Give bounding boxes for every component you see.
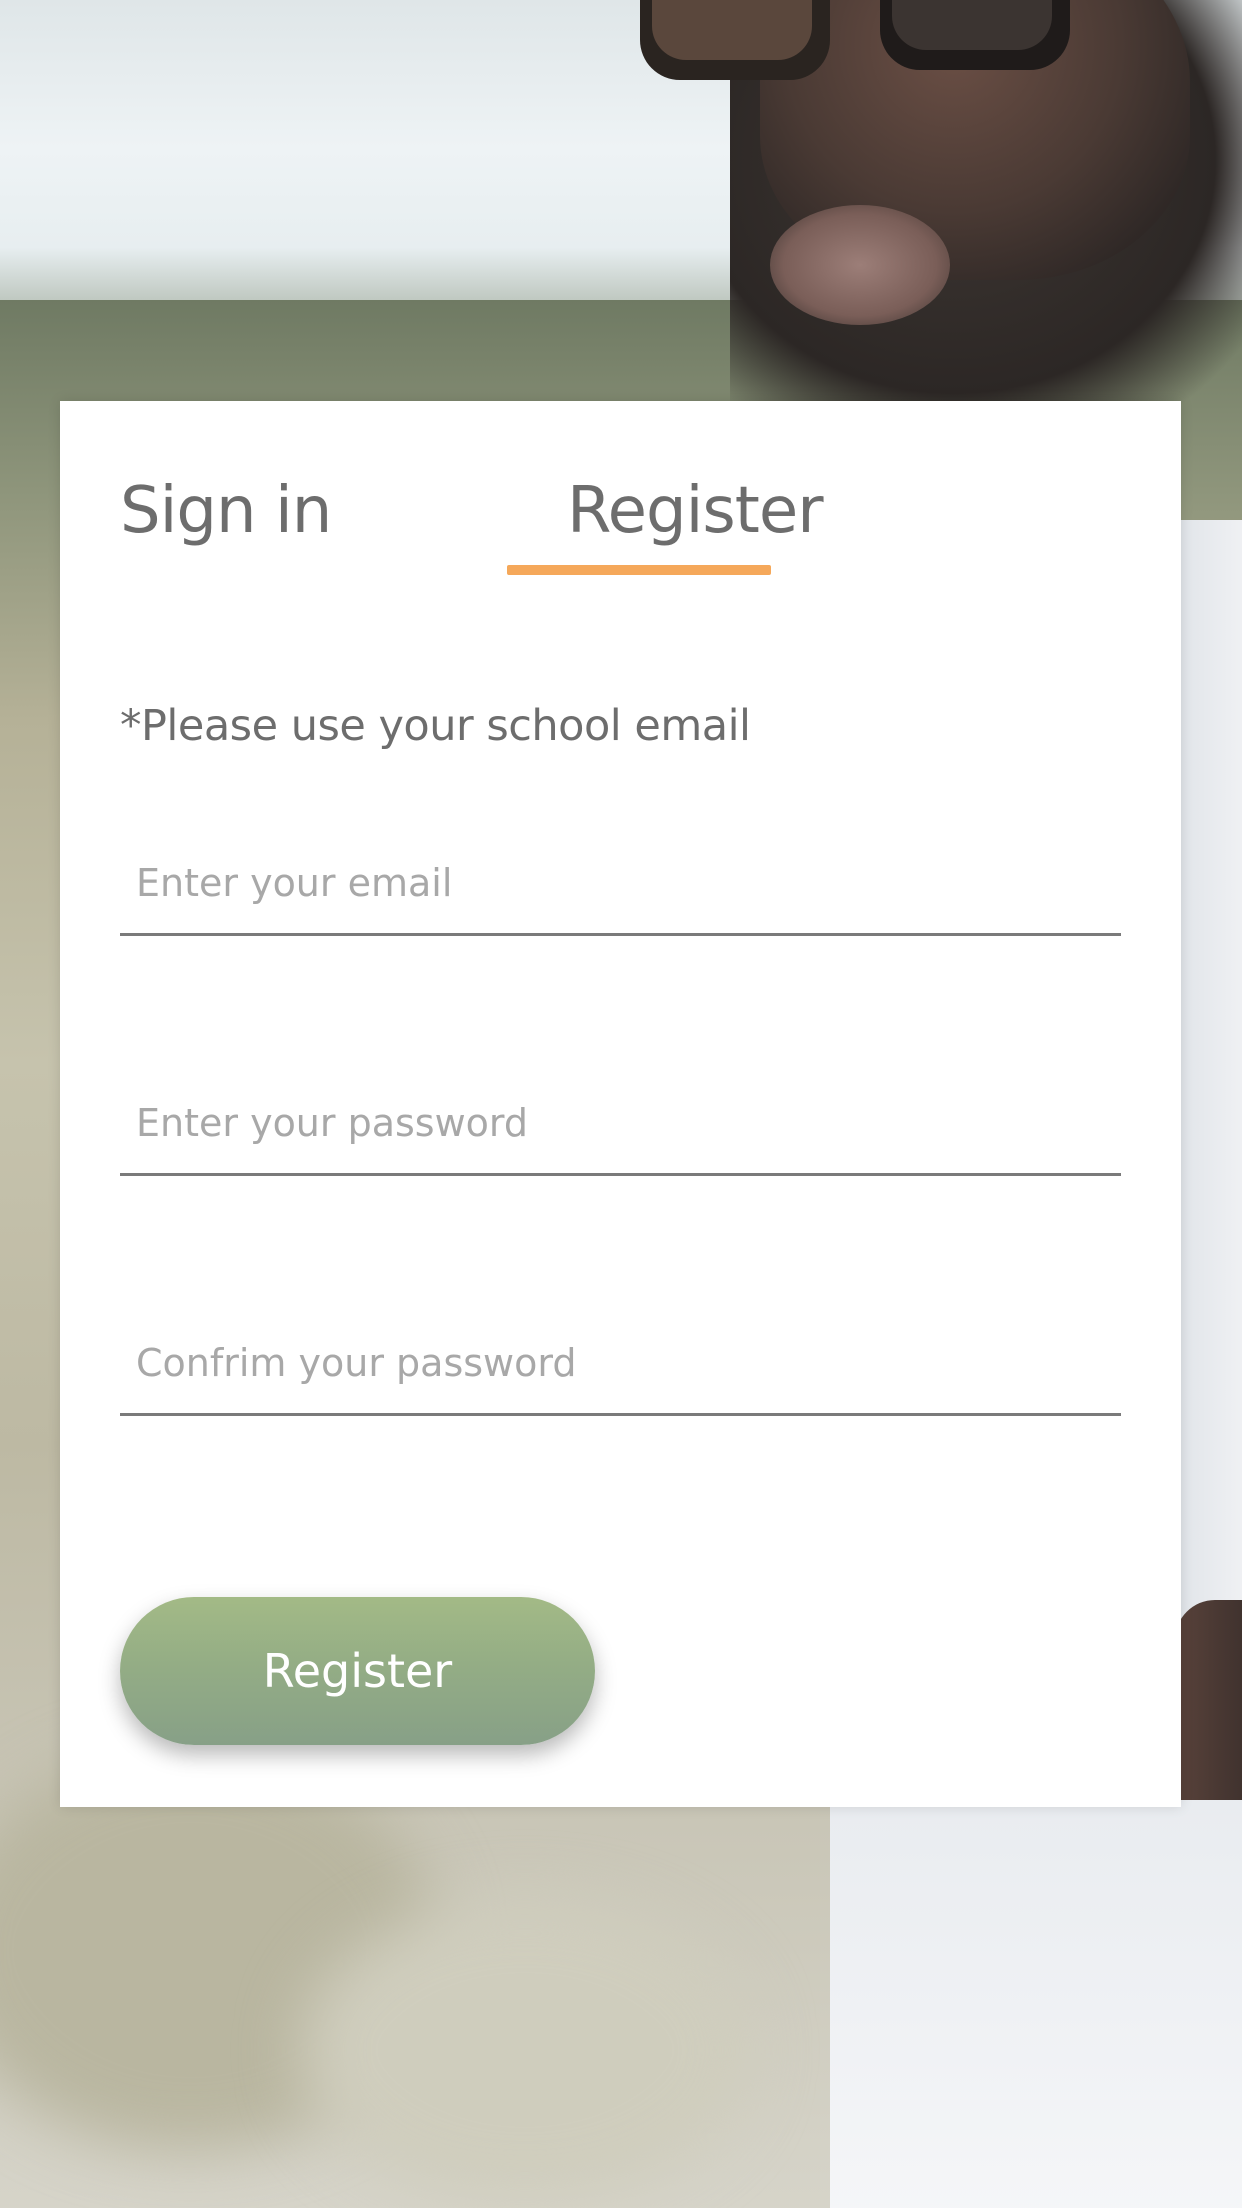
tab-register[interactable]: Register bbox=[567, 461, 823, 561]
active-tab-indicator bbox=[507, 565, 771, 575]
tab-sign-in[interactable]: Sign in bbox=[120, 461, 332, 561]
email-field-container bbox=[120, 833, 1121, 936]
register-button[interactable]: Register bbox=[120, 1597, 595, 1745]
password-field-container bbox=[120, 1073, 1121, 1176]
auth-tabs: Sign in Register bbox=[120, 461, 1120, 581]
background-person-lips bbox=[770, 205, 950, 325]
sunglasses-graphic bbox=[640, 0, 1070, 80]
password-input[interactable] bbox=[120, 1073, 1121, 1173]
email-input[interactable] bbox=[120, 833, 1121, 933]
background-shirt bbox=[830, 1800, 1242, 2208]
confirm-password-field-container bbox=[120, 1313, 1121, 1416]
confirm-password-input[interactable] bbox=[120, 1313, 1121, 1413]
school-email-note: *Please use your school email bbox=[120, 701, 751, 751]
auth-card: Sign in Register *Please use your school… bbox=[60, 401, 1181, 1807]
background-blur-patch bbox=[300, 1900, 750, 2200]
